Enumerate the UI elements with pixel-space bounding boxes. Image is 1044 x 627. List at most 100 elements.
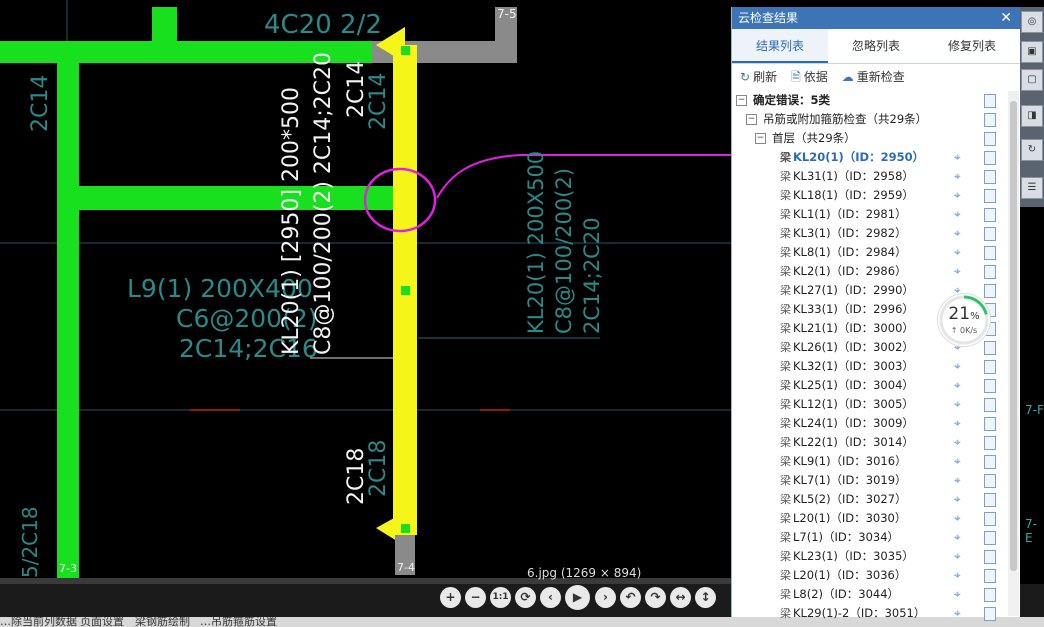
- locate-icon[interactable]: ⌖: [954, 205, 961, 224]
- result-item[interactable]: 梁 L8(2)（ID：3044） ⌖: [732, 585, 1008, 604]
- locate-icon[interactable]: ⌖: [954, 376, 961, 395]
- locate-icon[interactable]: ⌖: [954, 167, 961, 186]
- play-button[interactable]: ▶: [565, 585, 590, 610]
- result-item[interactable]: 梁 L7(1)（ID：3034） ⌖: [732, 528, 1008, 547]
- document-icon[interactable]: [984, 170, 996, 184]
- recheck-button[interactable]: ☁ 重新检查: [842, 68, 905, 90]
- locate-icon[interactable]: ⌖: [954, 414, 961, 433]
- document-icon[interactable]: [984, 550, 996, 564]
- locate-icon[interactable]: ⌖: [954, 490, 961, 509]
- document-icon[interactable]: [984, 151, 996, 165]
- properties-icon[interactable]: ☰: [1021, 177, 1043, 199]
- result-item[interactable]: 梁 KL8(1)（ID：2984） ⌖: [732, 243, 1008, 262]
- prev-button[interactable]: ‹: [540, 587, 561, 608]
- collapse-icon[interactable]: −: [736, 95, 747, 106]
- document-icon[interactable]: [984, 512, 996, 526]
- document-icon[interactable]: [984, 265, 996, 279]
- result-item[interactable]: 梁 L20(1)（ID：3030） ⌖: [732, 509, 1008, 528]
- collapse-icon[interactable]: −: [746, 114, 757, 125]
- result-item[interactable]: 梁 KL5(2)（ID：3027） ⌖: [732, 490, 1008, 509]
- scrollbar-thumb[interactable]: [1010, 101, 1017, 571]
- tab-result-list[interactable]: 结果列表: [732, 29, 828, 63]
- status-item[interactable]: 页面设置: [80, 617, 124, 627]
- rotate-right-button[interactable]: ↷: [645, 587, 666, 608]
- result-item[interactable]: 梁 KL7(1)（ID：3019） ⌖: [732, 471, 1008, 490]
- document-icon[interactable]: [984, 94, 996, 108]
- locate-icon[interactable]: ⌖: [954, 148, 961, 167]
- result-item[interactable]: 梁 L20(1)（ID：3036） ⌖: [732, 566, 1008, 585]
- document-icon[interactable]: [984, 493, 996, 507]
- result-item[interactable]: 梁 KL32(1)（ID：3003） ⌖: [732, 357, 1008, 376]
- result-item[interactable]: 梁 KL22(1)（ID：3014） ⌖: [732, 433, 1008, 452]
- tab-repair-list[interactable]: 修复列表: [924, 29, 1020, 63]
- result-item[interactable]: 梁 KL1(1)（ID：2981） ⌖: [732, 205, 1008, 224]
- document-icon[interactable]: [984, 417, 996, 431]
- result-item[interactable]: 梁 KL3(1)（ID：2982） ⌖: [732, 224, 1008, 243]
- zoom-in-button[interactable]: +: [440, 587, 461, 608]
- rotate-button[interactable]: ⟳: [515, 587, 536, 608]
- 3d-view-icon[interactable]: ▣: [1021, 41, 1043, 63]
- tree-floor[interactable]: − 首层（共29条）: [732, 129, 1008, 148]
- locate-icon[interactable]: ⌖: [954, 547, 961, 566]
- result-item[interactable]: 梁 KL2(1)（ID：2986） ⌖: [732, 262, 1008, 281]
- document-icon[interactable]: [984, 246, 996, 260]
- result-item[interactable]: 梁 KL9(1)（ID：3016） ⌖: [732, 452, 1008, 471]
- document-icon[interactable]: [984, 531, 996, 545]
- locate-icon[interactable]: ⌖: [954, 528, 961, 547]
- document-icon[interactable]: [984, 398, 996, 412]
- locate-icon[interactable]: ⌖: [954, 433, 961, 452]
- cad-canvas[interactable]: 4C20 2/2 7-5 2C14 5/2C18 7-3 7-4 L9(1) 2…: [0, 0, 731, 584]
- basis-button[interactable]: 🗎 依据: [791, 68, 828, 90]
- result-item[interactable]: 梁 KL23(1)（ID：3035） ⌖: [732, 547, 1008, 566]
- rotate-view-icon[interactable]: ↻: [1021, 139, 1043, 161]
- tree-category[interactable]: − 确定错误：5类: [732, 91, 1008, 110]
- orbit-icon[interactable]: ◎: [1021, 11, 1043, 33]
- result-item[interactable]: 梁 KL18(1)（ID：2959） ⌖: [732, 186, 1008, 205]
- document-icon[interactable]: [984, 607, 996, 621]
- document-icon[interactable]: [984, 227, 996, 241]
- document-icon[interactable]: [984, 113, 996, 127]
- document-icon[interactable]: [984, 360, 996, 374]
- locate-icon[interactable]: ⌖: [954, 604, 961, 623]
- status-item[interactable]: …吊筋箍筋设置: [200, 617, 277, 627]
- document-icon[interactable]: [984, 569, 996, 583]
- locate-icon[interactable]: ⌖: [954, 395, 961, 414]
- document-icon[interactable]: [984, 189, 996, 203]
- locate-icon[interactable]: ⌖: [954, 224, 961, 243]
- status-item[interactable]: 梁钢筋绘制: [135, 617, 190, 627]
- locate-icon[interactable]: ⌖: [954, 357, 961, 376]
- flip-horizontal-button[interactable]: ↔: [670, 587, 691, 608]
- flip-vertical-button[interactable]: ↕: [695, 587, 716, 608]
- locate-icon[interactable]: ⌖: [954, 566, 961, 585]
- result-item[interactable]: 梁 KL12(1)（ID：3005） ⌖: [732, 395, 1008, 414]
- document-icon[interactable]: [984, 588, 996, 602]
- tab-ignore-list[interactable]: 忽略列表: [828, 29, 924, 63]
- document-icon[interactable]: [984, 208, 996, 222]
- zoom-out-button[interactable]: −: [465, 587, 486, 608]
- locate-icon[interactable]: ⌖: [954, 262, 961, 281]
- result-item[interactable]: 梁 KL29(1)-2（ID：3051） ⌖: [732, 604, 1008, 623]
- next-button[interactable]: ›: [595, 587, 616, 608]
- locate-icon[interactable]: ⌖: [954, 186, 961, 205]
- locate-icon[interactable]: ⌖: [954, 243, 961, 262]
- document-icon[interactable]: [984, 474, 996, 488]
- locate-icon[interactable]: ⌖: [954, 509, 961, 528]
- result-item[interactable]: 梁 KL20(1)（ID：2950） ⌖: [732, 148, 1008, 167]
- collapse-icon[interactable]: −: [755, 133, 766, 144]
- refresh-button[interactable]: ↻ 刷新: [740, 68, 777, 90]
- document-icon[interactable]: [984, 455, 996, 469]
- top-view-icon[interactable]: ▢: [1021, 69, 1043, 91]
- close-icon[interactable]: ✕: [1000, 7, 1012, 29]
- locate-icon[interactable]: ⌖: [954, 471, 961, 490]
- rotate-left-button[interactable]: ↶: [620, 587, 641, 608]
- locate-icon[interactable]: ⌖: [954, 585, 961, 604]
- document-icon[interactable]: [984, 379, 996, 393]
- panel-scrollbar[interactable]: [1008, 91, 1019, 616]
- actual-size-button[interactable]: 1:1: [490, 587, 511, 608]
- box-view-icon[interactable]: ◨: [1021, 105, 1043, 127]
- result-item[interactable]: 梁 KL25(1)（ID：3004） ⌖: [732, 376, 1008, 395]
- tree-group[interactable]: − 吊筋或附加箍筋检查（共29条）: [732, 110, 1008, 129]
- document-icon[interactable]: [984, 436, 996, 450]
- result-item[interactable]: 梁 KL31(1)（ID：2958） ⌖: [732, 167, 1008, 186]
- status-item[interactable]: …除当前列数据: [0, 617, 77, 627]
